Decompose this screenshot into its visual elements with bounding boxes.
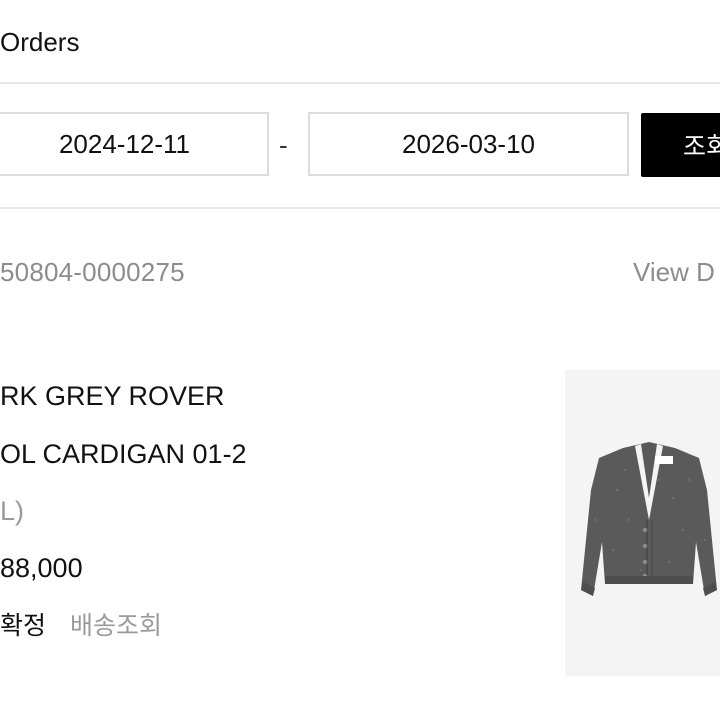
page-title: Orders bbox=[0, 27, 80, 57]
cardigan-image bbox=[581, 442, 717, 596]
start-date-field[interactable]: 2024-12-11 bbox=[0, 112, 269, 176]
product-thumbnail[interactable] bbox=[565, 370, 720, 676]
product-price: 88,000 bbox=[0, 553, 83, 583]
search-button-label: 조회 bbox=[683, 132, 720, 161]
order-number: 50804-0000275 bbox=[0, 257, 185, 287]
order-status: 확정 bbox=[0, 611, 47, 640]
product-name-line-2[interactable]: OL CARDIGAN 01-2 bbox=[0, 436, 247, 472]
view-details-link[interactable]: View D bbox=[633, 254, 715, 290]
filter-divider bbox=[0, 207, 720, 209]
product-name-line-1[interactable]: RK GREY ROVER bbox=[0, 378, 225, 414]
end-date-field[interactable]: 2026-03-10 bbox=[308, 112, 629, 176]
search-button[interactable]: 조회 bbox=[641, 113, 720, 177]
track-shipment-link[interactable]: 배송조회 bbox=[70, 608, 162, 644]
date-range-separator: - bbox=[279, 130, 288, 160]
product-option: L) bbox=[0, 496, 25, 526]
header-divider bbox=[0, 82, 720, 84]
